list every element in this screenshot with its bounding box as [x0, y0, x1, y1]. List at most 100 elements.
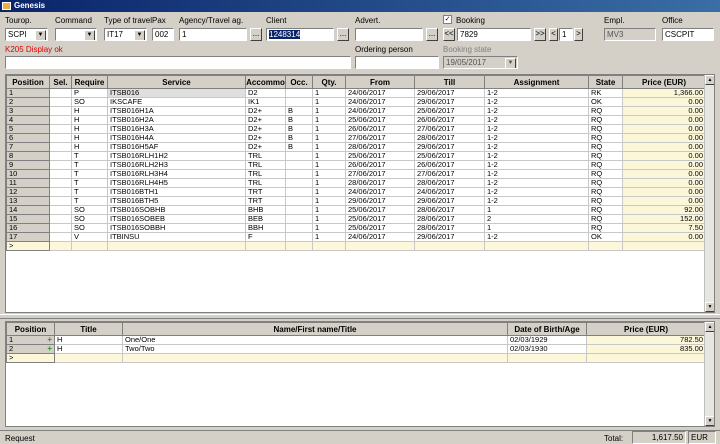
position-cell[interactable]: 4	[6, 115, 50, 125]
advert-field[interactable]	[355, 28, 423, 41]
column-header[interactable]: Title	[54, 322, 123, 336]
table-row[interactable]: 14 SO ITSB016SOBHB BHB 1 25/06/2017 28/06/2017…	[6, 205, 706, 215]
column-header[interactable]: Service	[107, 75, 246, 89]
services-grid[interactable]: Position Sel. Require Service Accommo Occ. Qty…	[5, 74, 715, 313]
position-cell[interactable]: 2	[6, 97, 50, 107]
selected-cell[interactable]	[49, 106, 72, 116]
booking-next-button[interactable]: >>	[534, 28, 546, 41]
booking-prev-button[interactable]: <<	[443, 28, 455, 41]
chevron-down-icon[interactable]: ▼	[84, 30, 95, 40]
booking-state-select[interactable]: 19/05/2017 ▼	[443, 56, 518, 69]
table-row[interactable]: 1 P ITSB016 D2 1 24/06/2017 29/06/2017 1-2 RK 1,3…	[6, 88, 706, 98]
add-passenger-icon[interactable]: +	[47, 346, 52, 353]
selected-cell[interactable]	[49, 205, 72, 215]
pax-field[interactable]: 002	[152, 28, 174, 41]
column-header[interactable]: Position	[6, 322, 55, 336]
new-row[interactable]: >	[6, 353, 706, 363]
column-header[interactable]: Qty.	[312, 75, 346, 89]
client-field[interactable]: 1248314	[266, 28, 334, 41]
panel-splitter[interactable]	[0, 314, 720, 319]
page-decrement-button[interactable]: <	[549, 28, 558, 41]
position-cell[interactable]: 1	[6, 88, 50, 98]
position-cell[interactable]: 14	[6, 205, 50, 215]
booking-checkbox[interactable]: ✓	[443, 15, 452, 24]
table-row[interactable]: 4 H ITSB016H2A D2+ B 1 25/06/2017 26/06/2017 1-2…	[6, 115, 706, 125]
type-of-travel-select[interactable]: IT17 ▼	[104, 28, 147, 41]
column-header[interactable]: Occ.	[285, 75, 313, 89]
column-header[interactable]: Require	[71, 75, 108, 89]
selected-cell[interactable]	[49, 214, 72, 224]
selected-cell[interactable]	[49, 142, 72, 152]
column-header[interactable]: Position	[6, 75, 50, 89]
position-cell[interactable]: 7	[6, 142, 50, 152]
chevron-down-icon[interactable]: ▼	[35, 30, 46, 40]
column-header[interactable]: Sel.	[49, 75, 72, 89]
column-header[interactable]: Assignment	[484, 75, 589, 89]
scroll-down-icon[interactable]: ▼	[705, 416, 714, 426]
table-row[interactable]: 7 H ITSB016H5AF D2+ B 1 28/06/2017 29/06/2017 1-…	[6, 142, 706, 152]
table-row[interactable]: 8 T ITSB016RLH1H2 TRL 1 25/06/2017 25/06/2017 1…	[6, 151, 706, 161]
table-row[interactable]: 11 T ITSB016RLH4H5 TRL 1 28/06/2017 28/06/2017…	[6, 178, 706, 188]
new-row[interactable]: >	[6, 241, 706, 251]
position-cell[interactable]: 2 +	[6, 344, 55, 354]
column-header[interactable]: Price (EUR)	[622, 75, 706, 89]
selected-cell[interactable]	[49, 133, 72, 143]
position-cell[interactable]: 11	[6, 178, 50, 188]
column-header[interactable]: Date of Birth/Age	[507, 322, 587, 336]
position-cell[interactable]: 3	[6, 106, 50, 116]
position-cell[interactable]: 10	[6, 169, 50, 179]
table-row[interactable]: 9 T ITSB016RLH2H3 TRL 1 26/06/2017 26/06/2017 1…	[6, 160, 706, 170]
column-header[interactable]: Name/First name/Title	[122, 322, 508, 336]
table-row[interactable]: 10 T ITSB016RLH3H4 TRL 1 27/06/2017 27/06/2017…	[6, 169, 706, 179]
table-row[interactable]: 3 H ITSB016H1A D2+ B 1 24/06/2017 25/06/2017 1-2…	[6, 106, 706, 116]
passengers-grid[interactable]: Position Title Name/First name/Title Date o…	[5, 321, 715, 427]
position-cell[interactable]: 16	[6, 223, 50, 233]
selected-cell[interactable]	[49, 187, 72, 197]
position-cell[interactable]: 8	[6, 151, 50, 161]
page-increment-button[interactable]: >	[574, 28, 583, 41]
agency-field[interactable]: 1	[179, 28, 247, 41]
advert-lookup-button[interactable]: ...	[426, 28, 438, 41]
selected-cell[interactable]	[49, 151, 72, 161]
employee-field[interactable]: MV3	[604, 28, 656, 41]
table-row[interactable]: 12 T ITSB016BTH1 TRT 1 24/06/2017 24/06/2017 1-…	[6, 187, 706, 197]
office-field[interactable]: CSCPIT	[662, 28, 714, 41]
position-cell[interactable]: 17	[6, 232, 50, 242]
selected-cell[interactable]	[49, 115, 72, 125]
booking-page-field[interactable]: 1	[559, 28, 573, 41]
chevron-down-icon[interactable]: ▼	[134, 30, 145, 40]
selected-cell[interactable]	[49, 88, 72, 98]
column-header[interactable]: Accommo	[245, 75, 286, 89]
selected-cell[interactable]	[49, 97, 72, 107]
scroll-down-icon[interactable]: ▼	[705, 302, 714, 312]
column-header[interactable]: Till	[414, 75, 485, 89]
services-scrollbar[interactable]: ▲ ▼	[704, 75, 714, 312]
table-row[interactable]: 17 V ITBINSU F 1 24/06/2017 29/06/2017 1-2 OK 0.0…	[6, 232, 706, 242]
position-cell[interactable]: 13	[6, 196, 50, 206]
booking-number-field[interactable]: 7829	[457, 28, 531, 41]
column-header[interactable]: State	[588, 75, 623, 89]
client-lookup-button[interactable]: ...	[337, 28, 349, 41]
add-passenger-icon[interactable]: +	[47, 337, 52, 344]
table-row[interactable]: 15 SO ITSB016SOBEB BEB 1 25/06/2017 28/06/2017…	[6, 214, 706, 224]
position-cell[interactable]: 12	[6, 187, 50, 197]
table-row[interactable]: 2 SO IKSCAFE IK1 1 24/06/2017 29/06/2017 1-2 OK 0…	[6, 97, 706, 107]
position-cell[interactable]: 6	[6, 133, 50, 143]
selected-cell[interactable]	[49, 169, 72, 179]
position-cell[interactable]: 9	[6, 160, 50, 170]
selected-cell[interactable]	[49, 160, 72, 170]
scroll-up-icon[interactable]: ▲	[705, 75, 714, 85]
table-row[interactable]: 1 + H One/One 02/03/1929 782.50	[6, 335, 706, 345]
empty-cell[interactable]: >	[6, 353, 55, 363]
ordering-person-field[interactable]	[355, 56, 439, 69]
chevron-down-icon[interactable]: ▼	[505, 58, 516, 68]
selected-cell[interactable]	[49, 223, 72, 233]
position-cell[interactable]: 15	[6, 214, 50, 224]
passengers-scrollbar[interactable]: ▲ ▼	[704, 322, 714, 426]
table-row[interactable]: 6 H ITSB016H4A D2+ B 1 27/06/2017 28/06/2017 1-2…	[6, 133, 706, 143]
selected-cell[interactable]	[49, 178, 72, 188]
column-header[interactable]: From	[345, 75, 415, 89]
table-row[interactable]: 16 SO ITSB016SOBBH BBH 1 25/06/2017 28/06/2017…	[6, 223, 706, 233]
tourop-select[interactable]: SCPI ▼	[5, 28, 48, 41]
selected-cell[interactable]	[49, 196, 72, 206]
